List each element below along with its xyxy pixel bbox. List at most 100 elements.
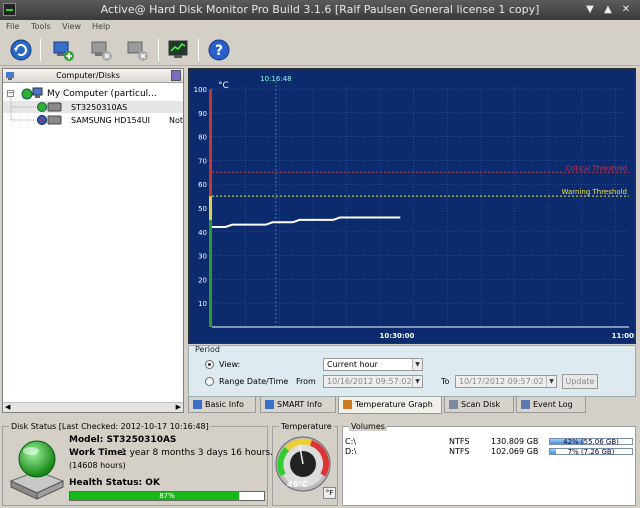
menu-help[interactable]: Help	[92, 22, 110, 31]
volume-size: 130.809 GB	[491, 437, 539, 446]
tab-scan-disk[interactable]: Scan Disk	[444, 397, 514, 413]
volumes-title: Volumes	[349, 422, 387, 431]
monitor-settings-icon	[168, 40, 188, 58]
tab-temperature-graph[interactable]: Temperature Graph	[338, 397, 442, 414]
status-area: Disk Status [Last Checked: 2012-10-17 10…	[0, 418, 640, 508]
threshold-label: Warning Threshold	[561, 188, 627, 196]
maximize-button[interactable]: ▲	[602, 4, 614, 16]
volume-row[interactable]: C:\ NTFS 130.809 GB 42% (55.06 GB)	[345, 437, 633, 447]
chevron-down-icon: ▼	[546, 376, 556, 387]
scan-disk-icon	[449, 400, 458, 409]
from-date-field[interactable]: 10/16/2012 09:57:02 ▼	[323, 375, 423, 388]
y-tick-label: 100	[194, 86, 207, 94]
volume-fs: NTFS	[449, 447, 470, 456]
to-label: To	[441, 377, 450, 386]
range-label: Range Date/Time	[219, 377, 289, 386]
temperature-zone	[209, 89, 212, 197]
toolbar: ?	[0, 34, 640, 66]
y-tick-label: 60	[198, 181, 207, 189]
volume-usage-bar: 42% (55.06 GB)	[549, 438, 633, 446]
volume-usage-text: 42% (55.06 GB)	[563, 438, 619, 446]
temperature-zone	[209, 196, 212, 220]
y-tick-label: 40	[198, 229, 207, 237]
remove-disk-icon	[127, 41, 148, 61]
menu-file[interactable]: File	[6, 22, 19, 31]
y-axis-label: °C	[218, 81, 229, 91]
temperature-group: Temperature 46°C °F	[272, 422, 338, 506]
disk-label: ST3250310AS	[71, 103, 128, 112]
temperature-value: 46°C	[287, 480, 309, 489]
tab-basic-info[interactable]: Basic Info	[188, 397, 256, 413]
volume-drive: C:\	[345, 437, 356, 446]
fahrenheit-toggle[interactable]: °F	[323, 487, 336, 499]
tab-event-log[interactable]: Event Log	[516, 397, 586, 413]
title-bar: Active@ Hard Disk Monitor Pro Build 3.1.…	[0, 0, 640, 20]
volume-drive: D:\	[345, 447, 357, 456]
temperature-chart: 10 20 30 40 50 60 70 80 90 100 °C 10:30:00 11:00:00 C…	[189, 69, 635, 343]
refresh-icon	[10, 39, 32, 61]
refresh-button[interactable]	[8, 37, 34, 63]
tab-label: Scan Disk	[461, 400, 501, 409]
tab-smart-info[interactable]: SMART Info	[260, 397, 336, 413]
to-date-field[interactable]: 10/17/2012 09:57:02 ▼	[455, 375, 557, 388]
temperature-title: Temperature	[279, 422, 334, 431]
health-status: Health Status: OK	[69, 478, 160, 488]
help-button[interactable]: ?	[206, 37, 232, 63]
chevron-down-icon: ▼	[412, 376, 422, 387]
to-date-value: 10/17/2012 09:57:02	[459, 377, 544, 386]
health-bar: 87%	[69, 491, 265, 501]
from-date-value: 10/16/2012 09:57:02	[327, 377, 412, 386]
disk-status-title: Disk Status [Last Checked: 2012-10-17 10…	[9, 422, 211, 431]
svg-text:?: ?	[215, 43, 223, 59]
tab-label: Basic Info	[205, 400, 244, 409]
monitor-settings-button[interactable]	[166, 37, 192, 63]
disk-status-group: Disk Status [Last Checked: 2012-10-17 10…	[2, 422, 273, 506]
panel-toggle-icon[interactable]	[171, 70, 181, 81]
period-group: Period View: Current hour ▼ Range Date/T…	[188, 345, 636, 397]
view-select[interactable]: Current hour ▼	[323, 358, 423, 371]
view-radio[interactable]	[205, 360, 214, 369]
smart-icon	[265, 400, 274, 409]
volume-size: 102.069 GB	[491, 447, 539, 456]
range-radio[interactable]	[205, 377, 214, 386]
work-time-value: 1 year 8 months 3 days 16 hours.	[121, 448, 274, 458]
temperature-graph: 10 20 30 40 50 60 70 80 90 100 °C 10:30:00 11:00:00 C…	[188, 68, 636, 344]
chart-background	[189, 69, 635, 343]
update-button[interactable]: Update	[562, 374, 598, 389]
volume-usage-text: 7% (7.26 GB)	[567, 448, 615, 456]
add-computer-button[interactable]	[50, 37, 76, 63]
hard-disk-ok-icon	[9, 440, 65, 500]
y-tick-label: 80	[198, 134, 207, 142]
from-label: From	[296, 377, 316, 386]
computer-disks-panel: Computer/Disks − My Computer (particul..…	[2, 68, 184, 413]
menu-tools[interactable]: Tools	[31, 22, 51, 31]
scroll-right-icon[interactable]: ▶	[176, 403, 181, 411]
window-title: Active@ Hard Disk Monitor Pro Build 3.1.…	[100, 3, 540, 16]
close-button[interactable]: ✕	[620, 4, 632, 16]
panel-header: Computer/Disks	[3, 69, 183, 83]
work-hours: (14608 hours)	[69, 461, 126, 470]
menu-view[interactable]: View	[62, 22, 81, 31]
disk-extra: Not	[169, 116, 184, 125]
minimize-button[interactable]: ▼	[584, 4, 596, 16]
panel-title: Computer/Disks	[56, 71, 120, 80]
volume-row[interactable]: D:\ NTFS 102.069 GB 7% (7.26 GB)	[345, 447, 633, 457]
tree-lines	[10, 97, 37, 121]
y-tick-label: 30	[198, 253, 207, 261]
remove-computer-button[interactable]	[88, 37, 114, 63]
scroll-left-icon[interactable]: ◀	[5, 403, 10, 411]
remove-disk-button[interactable]	[124, 37, 150, 63]
tab-label: SMART Info	[277, 400, 322, 409]
x-tick-label: 10:30:00	[380, 332, 415, 340]
y-tick-label: 10	[198, 300, 207, 308]
view-select-value: Current hour	[327, 360, 378, 369]
info-icon	[193, 400, 202, 409]
disk-label: SAMSUNG HD154UI	[71, 116, 150, 125]
disk-model: Model: ST3250310AS	[69, 435, 177, 445]
add-computer-icon	[53, 41, 74, 61]
health-percent: 87%	[159, 492, 175, 500]
volume-usage-bar: 7% (7.26 GB)	[549, 448, 633, 456]
event-log-icon	[521, 400, 530, 409]
horizontal-scrollbar[interactable]: ◀ ▶	[3, 402, 183, 412]
temperature-graph-icon	[343, 400, 352, 409]
